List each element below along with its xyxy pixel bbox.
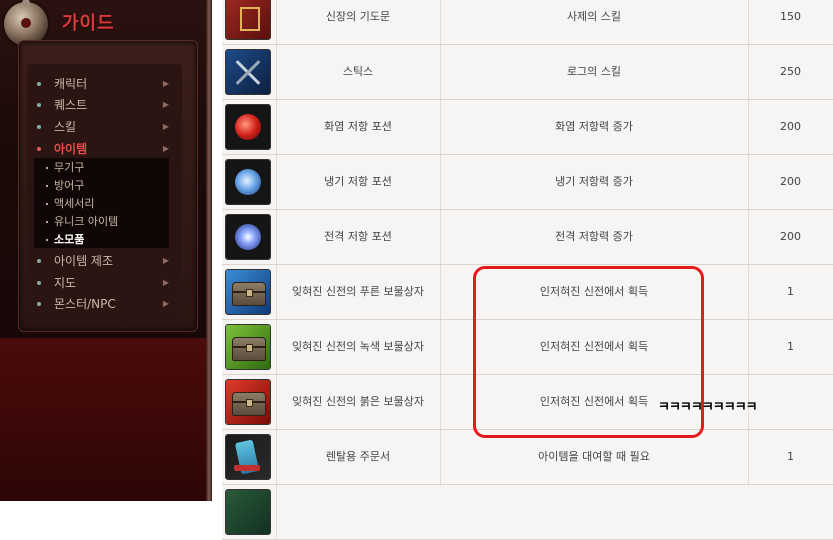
- arrow-right-icon: ▶: [162, 100, 169, 109]
- lightning-potion-icon: [225, 214, 271, 260]
- sidebar: 가이드 캐릭터 ▶ 퀘스트 ▶ 스킬 ▶ 아이템 ▶ 무기구 방어구 액세서리: [0, 0, 206, 501]
- item-icon: [225, 489, 271, 535]
- arrow-right-icon: ▶: [162, 122, 169, 131]
- item-name: 렌탈용 주문서: [276, 430, 441, 484]
- blue-treasure-chest-icon: [225, 269, 271, 315]
- table-row: 냉기 저항 포션 냉기 저항력 증가 200: [222, 155, 833, 210]
- arrow-right-icon: ▶: [162, 144, 169, 153]
- item-name: 화염 저항 포션: [276, 100, 441, 154]
- item-description: 로그의 스킬: [440, 45, 749, 99]
- submenu-item-consumables[interactable]: 소모품: [34, 231, 169, 249]
- item-name: 스틱스: [276, 45, 441, 99]
- item-icon-cell: [222, 375, 277, 429]
- arrow-right-icon: ▶: [162, 299, 169, 308]
- submenu-item-label: 무기구: [54, 161, 85, 174]
- item-description: 화염 저항력 증가: [440, 100, 749, 154]
- menu-item-map[interactable]: 지도 ▶: [37, 274, 177, 292]
- item-icon-cell: [222, 155, 277, 209]
- item-name: 냉기 저항 포션: [276, 155, 441, 209]
- menu-item-crafting[interactable]: 아이템 제조 ▶: [37, 252, 177, 270]
- guide-title: 가이드: [62, 13, 115, 34]
- dot-icon: [46, 239, 48, 241]
- bullet-icon: [37, 125, 41, 129]
- menu-item-label: 아이템 제조: [54, 254, 114, 268]
- item-price: [748, 375, 833, 429]
- item-price: 200: [780, 120, 801, 133]
- bullet-icon: [37, 147, 41, 151]
- submenu-item-armor[interactable]: 방어구: [34, 177, 169, 195]
- table-row: 신장의 기도문 사제의 스킬 150: [222, 0, 833, 45]
- sidebar-lower-panel: [0, 338, 206, 501]
- item-icon-cell: [222, 320, 277, 374]
- bullet-icon: [37, 302, 41, 306]
- item-submenu: 무기구 방어구 액세서리 유니크 아이템 소모품: [34, 158, 169, 248]
- item-price: 200: [780, 175, 801, 188]
- dot-icon: [46, 185, 48, 187]
- dot-icon: [46, 167, 48, 169]
- arrow-right-icon: ▶: [162, 256, 169, 265]
- item-price: 200: [780, 230, 801, 243]
- item-icon-cell: [222, 100, 277, 154]
- item-description: 사제의 스킬: [440, 0, 749, 44]
- table-row: 스틱스 로그의 스킬 250: [222, 45, 833, 100]
- item-name: 잊혀진 신전의 녹색 보물상자: [276, 320, 441, 374]
- submenu-item-label: 방어구: [54, 179, 85, 192]
- submenu-item-label: 유니크 아이템: [54, 215, 119, 228]
- arrow-right-icon: ▶: [162, 79, 169, 88]
- red-treasure-chest-icon: [225, 379, 271, 425]
- item-name: 잊혀진 신전의 푸른 보물상자: [276, 265, 441, 319]
- item-price: 1: [787, 450, 794, 463]
- menu-item-label: 스킬: [54, 120, 77, 134]
- dot-icon: [46, 203, 48, 205]
- green-treasure-chest-icon: [225, 324, 271, 370]
- menu-item-monster-npc[interactable]: 몬스터/NPC ▶: [37, 295, 177, 313]
- item-icon-cell: [222, 485, 277, 539]
- menu-item-item[interactable]: 아이템 ▶: [37, 140, 177, 158]
- submenu-item-label: 소모품: [54, 233, 85, 246]
- item-name: 전격 저항 포션: [276, 210, 441, 264]
- item-icon-cell: [222, 210, 277, 264]
- menu-item-label: 아이템: [54, 142, 88, 156]
- item-description: 냉기 저항력 증가: [440, 155, 749, 209]
- table-row: 화염 저항 포션 화염 저항력 증가 200: [222, 100, 833, 155]
- item-name: 잊혀진 신전의 붉은 보물상자: [276, 375, 441, 429]
- crossed-blades-icon: [225, 49, 271, 95]
- bullet-icon: [37, 281, 41, 285]
- menu-item-label: 지도: [54, 276, 77, 290]
- menu-item-label: 퀘스트: [54, 98, 88, 112]
- item-icon-cell: [222, 0, 277, 44]
- dot-icon: [46, 221, 48, 223]
- menu-item-label: 캐릭터: [54, 77, 88, 91]
- item-price: 250: [780, 65, 801, 78]
- table-row: [222, 485, 833, 540]
- menu-item-label: 몬스터/NPC: [54, 297, 116, 311]
- bullet-icon: [37, 82, 41, 86]
- item-icon-cell: [222, 430, 277, 484]
- arrow-right-icon: ▶: [162, 278, 169, 287]
- item-name: 신장의 기도문: [276, 0, 441, 44]
- item-icon-cell: [222, 45, 277, 99]
- table-row: 렌탈용 주문서 아이템을 대여할 때 필요 1: [222, 430, 833, 485]
- item-price: 150: [780, 10, 801, 23]
- item-description: 아이템을 대여할 때 필요: [440, 430, 749, 484]
- fire-potion-icon: [225, 104, 271, 150]
- bullet-icon: [37, 259, 41, 263]
- menu-item-skill[interactable]: 스킬 ▶: [37, 118, 177, 136]
- submenu-item-label: 액세서리: [54, 197, 95, 210]
- item-price: 1: [787, 285, 794, 298]
- bullet-icon: [37, 103, 41, 107]
- submenu-item-weapons[interactable]: 무기구: [34, 159, 169, 177]
- submenu-item-accessories[interactable]: 액세서리: [34, 195, 169, 213]
- item-description: 전격 저항력 증가: [440, 210, 749, 264]
- submenu-item-unique-items[interactable]: 유니크 아이템: [34, 213, 169, 231]
- scribble-text: ㅋㅋㅋㅋㅋㅋㅋㅋㅋ: [658, 400, 758, 415]
- table-row: 전격 저항 포션 전격 저항력 증가 200: [222, 210, 833, 265]
- cold-potion-icon: [225, 159, 271, 205]
- item-price: 1: [787, 340, 794, 353]
- rental-scroll-icon: [225, 434, 271, 480]
- item-icon-cell: [222, 265, 277, 319]
- red-book-icon: [225, 0, 271, 40]
- menu-item-quest[interactable]: 퀘스트 ▶: [37, 96, 177, 114]
- menu-item-character[interactable]: 캐릭터 ▶: [37, 75, 177, 93]
